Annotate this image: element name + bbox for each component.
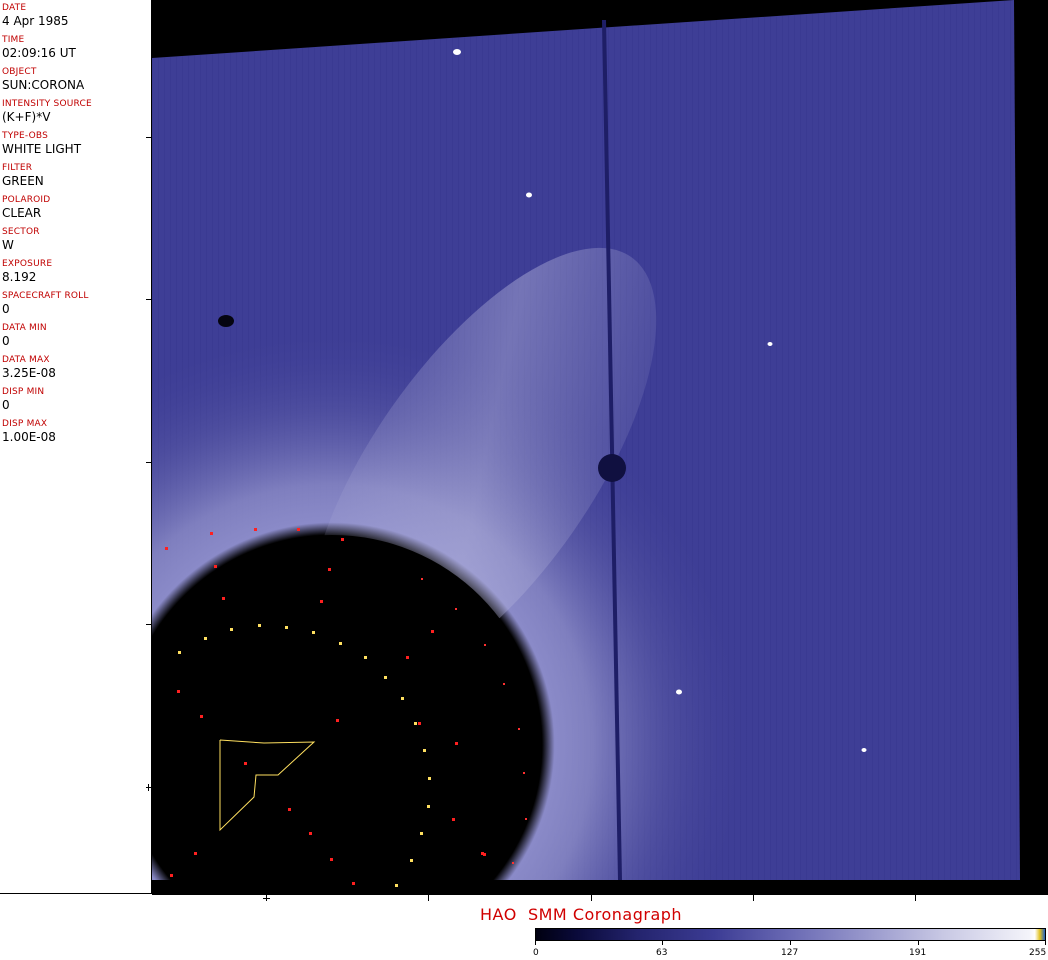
field-value: WHITE LIGHT (2, 142, 82, 156)
star (767, 342, 773, 346)
field-label: FILTER (2, 163, 33, 173)
colorbar-tick (918, 941, 919, 945)
field-value: CLEAR (2, 206, 42, 220)
field-value: 1.00E-08 (2, 430, 56, 444)
field-data-max: DATA MAX 3.25E-08 (2, 355, 56, 380)
colorbar-tick-label: 127 (781, 948, 799, 958)
field-type-obs: TYPE-OBS WHITE LIGHT (2, 131, 81, 156)
axis-tick (428, 895, 429, 901)
field-value: W (2, 238, 14, 252)
field-label: INTENSITY SOURCE (2, 99, 92, 109)
pylon-hub (598, 454, 626, 482)
field-label: DATA MIN (2, 323, 47, 333)
colorbar-tick (790, 941, 791, 945)
field-label: DATE (2, 3, 27, 13)
field-value: 4 Apr 1985 (2, 14, 69, 28)
field-label: SPACECRAFT ROLL (2, 291, 89, 301)
star (676, 689, 682, 695)
field-value: 0 (2, 302, 10, 316)
axis-tick (753, 895, 754, 901)
coronagraph-image (152, 0, 1048, 895)
field-value: 8.192 (2, 270, 37, 284)
field-label: DATA MAX (2, 355, 50, 365)
colorbar-tick (662, 941, 663, 945)
corona-image-svg (152, 0, 1020, 895)
star (526, 192, 532, 198)
field-label: EXPOSURE (2, 259, 53, 269)
axis-tick (591, 895, 592, 901)
field-value: 3.25E-08 (2, 366, 56, 380)
star (453, 49, 461, 55)
field-value: SUN:CORONA (2, 78, 85, 92)
colorbar-tick-label: 0 (533, 948, 539, 958)
field-data-min: DATA MIN 0 (2, 323, 47, 348)
field-label: OBJECT (2, 67, 37, 77)
field-label: DISP MIN (2, 387, 45, 397)
field-label: DISP MAX (2, 419, 48, 429)
dark-artifact (218, 315, 234, 327)
colorbar-tick-label: 255 (1029, 948, 1047, 958)
instrument-title: HAO SMM Coronagraph (480, 905, 683, 924)
field-exposure: EXPOSURE 8.192 (2, 259, 52, 284)
field-disp-max: DISP MAX 1.00E-08 (2, 419, 56, 444)
colorbar-tick-label: 191 (909, 948, 927, 958)
field-value: (K+F)*V (2, 110, 51, 124)
field-object: OBJECT SUN:CORONA (2, 67, 84, 92)
field-polaroid: POLAROID CLEAR (2, 195, 50, 220)
field-disp-min: DISP MIN 0 (2, 387, 44, 412)
field-sector: SECTOR W (2, 227, 40, 252)
field-label: TYPE-OBS (2, 131, 49, 141)
axis-tick (915, 895, 916, 901)
field-filter: FILTER GREEN (2, 163, 44, 188)
field-time: TIME 02:09:16 UT (2, 35, 76, 60)
field-value: 02:09:16 UT (2, 46, 76, 60)
field-label: SECTOR (2, 227, 40, 237)
field-intensity-source: INTENSITY SOURCE (K+F)*V (2, 99, 92, 124)
field-value: GREEN (2, 174, 44, 188)
colorbar (535, 928, 1046, 941)
colorbar-tick-label: 63 (656, 948, 668, 958)
field-label: POLAROID (2, 195, 51, 205)
axis-tick (148, 784, 149, 791)
colorbar-tick (535, 941, 536, 945)
field-date: DATE 4 Apr 1985 (2, 3, 69, 28)
axis-tick (263, 898, 270, 899)
colorbar-tick (1045, 941, 1046, 945)
field-value: 0 (2, 398, 10, 412)
header-info-panel: DATE 4 Apr 1985 TIME 02:09:16 UT OBJECT … (0, 0, 152, 894)
star (861, 748, 867, 752)
field-value: 0 (2, 334, 10, 348)
field-spacecraft-roll: SPACECRAFT ROLL 0 (2, 291, 89, 316)
field-label: TIME (2, 35, 25, 45)
